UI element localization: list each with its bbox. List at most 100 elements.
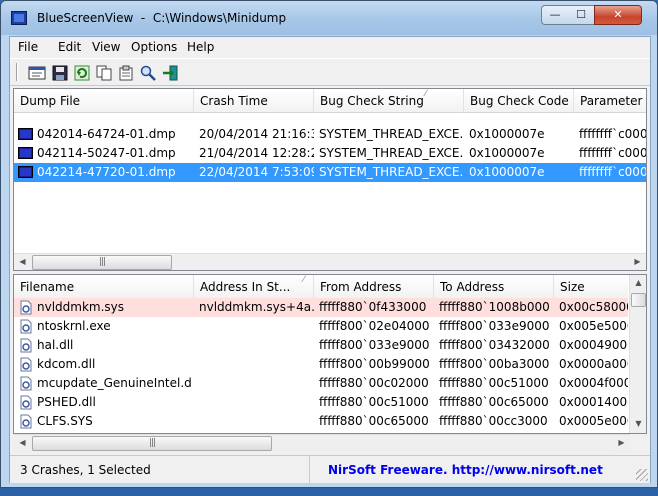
column-bug-check-code[interactable]: Bug Check Code [464,89,574,113]
table-row[interactable]: PSHED.dll fffff880`00c51000 fffff880`00c… [14,393,628,412]
driver-list-vscrollbar[interactable]: ▲ ▼ [629,275,646,433]
column-from-address[interactable]: From Address [314,275,434,299]
address-in-stack-cell [194,336,314,355]
table-row[interactable]: kdcom.dll fffff800`00b99000 fffff800`00b… [14,355,628,374]
window-title: BlueScreenView - C:\Windows\Minidump [37,11,287,25]
module-file-icon [20,300,32,315]
refresh-icon[interactable] [73,64,91,82]
filename-cell: CLFS.SYS [37,414,93,428]
filename-cell: ntoskrnl.exe [37,319,111,333]
table-row[interactable]: ntoskrnl.exe fffff800`02e04000 fffff800`… [14,317,628,336]
app-window: BlueScreenView - C:\Windows\Minidump — ☐… [0,0,658,488]
save-icon[interactable] [51,64,69,82]
parameter-cell: ffffffff`c000 [579,146,647,160]
dump-file-icon [18,166,33,178]
address-in-stack-cell [194,317,314,336]
resize-grip-icon[interactable] [636,469,648,481]
table-row[interactable]: 042114-50247-01.dmp 21/04/2014 12:28:22 … [14,144,646,163]
scrollbar-thumb[interactable]: ||| [32,436,272,451]
column-dump-file[interactable]: Dump File [14,89,194,113]
exit-icon[interactable] [161,64,179,82]
from-address-cell: fffff880`00c02000 [319,376,429,390]
from-address-cell: fffff880`00c51000 [319,395,429,409]
table-row-selected[interactable]: 042214-47720-01.dmp 22/04/2014 7:53:09 S… [14,163,646,182]
column-size[interactable]: Size [554,275,634,299]
driver-list[interactable]: Filename Address In St... ⁄ From Address… [13,274,647,434]
column-parameter[interactable]: Parameter [574,89,646,113]
bug-check-code-cell: 0x1000007e [469,127,545,141]
module-file-icon [20,357,32,372]
scroll-right-arrow-icon[interactable]: ▶ [613,435,630,452]
module-file-icon [20,414,32,429]
bug-check-string-cell: SYSTEM_THREAD_EXCE... [319,127,464,141]
report-icon[interactable] [28,64,46,82]
maximize-button[interactable]: ☐ [568,5,595,25]
scroll-left-arrow-icon[interactable]: ◀ [14,435,31,452]
column-to-address[interactable]: To Address [434,275,554,299]
crash-list[interactable]: Dump File Crash Time Bug Check String ⁄ … [13,88,647,271]
table-row-highlighted[interactable]: nvlddmkm.sys nvlddmkm.sys+4a... fffff880… [14,298,628,317]
scroll-down-arrow-icon[interactable]: ▼ [630,416,646,433]
size-cell: 0x0005e000 [559,414,628,428]
bug-check-code-cell: 0x1000007e [469,146,545,160]
sort-arrow-icon: ⁄ [425,89,427,99]
module-file-icon [20,338,32,353]
copy-icon[interactable] [95,64,113,82]
from-address-cell: fffff880`00c65000 [319,414,429,428]
scrollbar-thumb[interactable]: ||| [32,255,172,270]
filename-cell: nvlddmkm.sys [37,300,125,314]
column-crash-time[interactable]: Crash Time [194,89,314,113]
to-address-cell: fffff880`00c65000 [439,395,549,409]
desktop-background [0,488,658,496]
column-address-in-stack[interactable]: Address In St... [194,275,314,299]
crash-list-hscrollbar[interactable]: ◀ ||| ▶ [14,253,646,270]
menu-edit[interactable]: Edit [58,40,81,54]
size-cell: 0x00c58000 [559,300,628,314]
dump-file-cell: 042014-64724-01.dmp [37,127,176,141]
close-button[interactable]: ✕ [594,5,642,25]
menu-view[interactable]: View [92,40,120,54]
scroll-right-arrow-icon[interactable]: ▶ [629,254,646,270]
size-cell: 0x0000a000 [559,357,628,371]
status-bar: 3 Crashes, 1 Selected NirSoft Freeware. … [10,455,650,484]
table-row[interactable]: CLFS.SYS fffff880`00c65000 fffff880`00cc… [14,412,628,431]
crash-time-cell: 22/04/2014 7:53:09 [199,165,314,179]
size-cell: 0x005e5000 [559,319,628,333]
column-filename[interactable]: Filename [14,275,194,299]
address-in-stack-cell [194,355,314,374]
scroll-up-arrow-icon[interactable]: ▲ [630,275,646,292]
find-icon[interactable] [139,64,157,82]
to-address-cell: fffff800`033e9000 [439,319,550,333]
nirsoft-link[interactable]: NirSoft Freeware. http://www.nirsoft.net [328,456,603,484]
properties-icon[interactable] [117,64,135,82]
to-address-cell: fffff880`1008b000 [439,300,550,314]
menu-help[interactable]: Help [187,40,214,54]
dump-file-icon [18,128,33,140]
sort-arrow-icon: ⁄ [303,275,305,285]
crash-time-cell: 20/04/2014 21:16:31 [199,127,314,141]
table-row[interactable]: hal.dll fffff800`033e9000 fffff800`03432… [14,336,628,355]
menu-options[interactable]: Options [131,40,177,54]
size-cell: 0x00014000 [559,395,628,409]
module-file-icon [20,376,32,391]
table-row[interactable]: mcupdate_GenuineIntel.dll fffff880`00c02… [14,374,628,393]
bug-check-string-cell: SYSTEM_THREAD_EXCE... [319,146,464,160]
address-in-stack-cell [194,393,314,412]
bug-check-string-cell: SYSTEM_THREAD_EXCE... [319,165,464,179]
title-bar[interactable]: BlueScreenView - C:\Windows\Minidump — ☐… [1,1,657,35]
scrollbar-thumb[interactable] [631,293,646,307]
driver-list-hscrollbar[interactable]: ◀ ||| ▶ [14,434,630,452]
from-address-cell: fffff800`02e04000 [319,319,430,333]
scroll-left-arrow-icon[interactable]: ◀ [14,254,31,270]
minimize-button[interactable]: — [541,5,569,25]
crash-list-header: Dump File Crash Time Bug Check String ⁄ … [14,89,646,113]
filename-cell: kdcom.dll [37,357,96,371]
table-row[interactable]: 042014-64724-01.dmp 20/04/2014 21:16:31 … [14,125,646,144]
driver-list-header: Filename Address In St... ⁄ From Address… [14,275,634,299]
filename-cell: hal.dll [37,338,74,352]
to-address-cell: fffff800`00ba3000 [439,357,550,371]
toolbar-separator [16,63,18,81]
module-file-icon [20,319,32,334]
menu-file[interactable]: File [18,40,38,54]
column-bug-check-string[interactable]: Bug Check String [314,89,464,113]
